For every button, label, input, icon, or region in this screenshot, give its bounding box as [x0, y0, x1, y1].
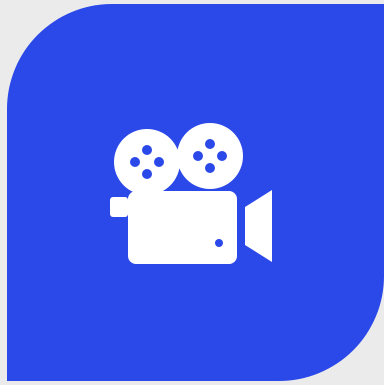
- movie-camera-icon: [110, 123, 272, 264]
- camera-reel-left: [114, 129, 180, 195]
- camera-lens: [245, 190, 272, 262]
- camera-reel-right: [177, 123, 243, 189]
- camera-body: [110, 191, 237, 264]
- camera-indicator-light: [215, 239, 223, 247]
- app-icon-canvas: [0, 0, 384, 385]
